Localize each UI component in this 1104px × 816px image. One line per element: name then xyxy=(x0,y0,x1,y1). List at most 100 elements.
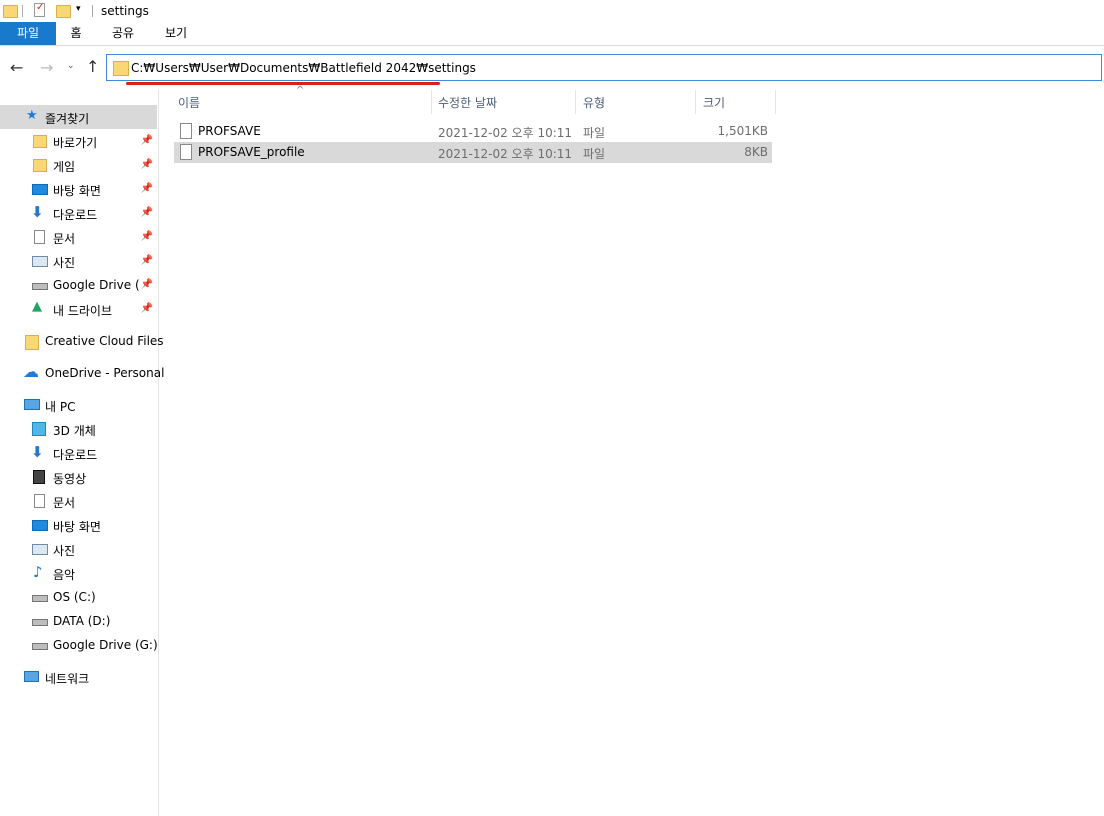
picture-icon xyxy=(32,256,48,267)
nav-item-pc-pictures[interactable]: 사진 xyxy=(0,537,157,561)
nav-label: DATA (D:) xyxy=(53,614,111,628)
customize-toolbar-icon[interactable]: ▾ xyxy=(76,4,81,14)
red-underline-annotation xyxy=(126,82,440,85)
nav-onedrive[interactable]: ☁ OneDrive - Personal xyxy=(0,361,164,385)
file-icon xyxy=(180,144,192,160)
nav-label: 바탕 화면 xyxy=(53,520,101,534)
recent-locations-icon[interactable]: ⌄ xyxy=(67,61,75,71)
nav-label: 사진 xyxy=(53,256,76,270)
divider xyxy=(92,5,93,17)
folder-icon xyxy=(33,135,47,148)
music-icon: ♪ xyxy=(33,563,43,581)
sort-ascending-icon: ^ xyxy=(296,85,305,96)
new-folder-icon[interactable] xyxy=(56,5,71,18)
column-divider[interactable] xyxy=(431,90,432,114)
column-header-size[interactable]: 크기 xyxy=(703,94,725,111)
nav-label: 네트워크 xyxy=(45,672,90,686)
tab-view[interactable]: 보기 xyxy=(156,22,196,45)
nav-item-my-drive[interactable]: ▲ 내 드라이브 📌 xyxy=(0,297,157,321)
nav-item-desktop[interactable]: 바탕 화면 📌 xyxy=(0,177,157,201)
document-icon xyxy=(34,494,45,508)
table-row[interactable]: PROFSAVE_profile 2021-12-02 오후 10:11 파일 … xyxy=(174,142,772,163)
3d-objects-icon xyxy=(32,422,46,436)
nav-item-music[interactable]: ♪ 음악 xyxy=(0,561,157,585)
nav-label: 다운로드 xyxy=(53,208,98,222)
table-row[interactable]: PROFSAVE 2021-12-02 오후 10:11 파일 1,501KB xyxy=(174,121,772,142)
video-icon xyxy=(33,470,45,484)
forward-icon[interactable]: → xyxy=(40,58,53,77)
pin-icon: 📌 xyxy=(140,279,153,290)
nav-item-shortcuts[interactable]: 바로가기 📌 xyxy=(0,129,157,153)
pin-icon: 📌 xyxy=(140,135,153,146)
file-name: PROFSAVE xyxy=(198,124,261,138)
nav-item-drive-d[interactable]: DATA (D:) xyxy=(0,609,157,633)
nav-item-google-drive[interactable]: Google Drive (G 📌 xyxy=(0,273,157,297)
nav-this-pc[interactable]: 내 PC xyxy=(0,393,157,417)
navigation-bar: ← → ⌄ ↑ C:₩Users₩User₩Documents₩Battlefi… xyxy=(0,46,1104,90)
file-type: 파일 xyxy=(583,126,606,140)
tab-share[interactable]: 공유 xyxy=(104,22,142,45)
nav-label: Google Drive (G xyxy=(53,278,139,292)
title-bar: ✓ ▾ settings xyxy=(0,0,1104,22)
address-bar[interactable]: C:₩Users₩User₩Documents₩Battlefield 2042… xyxy=(106,54,1102,81)
document-icon xyxy=(34,230,45,244)
nav-label: 문서 xyxy=(53,496,76,510)
file-modified: 2021-12-02 오후 10:11 xyxy=(438,126,573,140)
nav-item-pc-desktop[interactable]: 바탕 화면 xyxy=(0,513,157,537)
drive-icon xyxy=(32,283,48,290)
picture-icon xyxy=(32,544,48,555)
nav-label: 다운로드 xyxy=(53,448,98,462)
tab-home[interactable]: 홈 xyxy=(60,22,92,45)
back-icon[interactable]: ← xyxy=(10,58,23,77)
nav-item-drive-g[interactable]: Google Drive (G:) xyxy=(0,633,158,657)
nav-label: 음악 xyxy=(53,568,76,582)
folder-icon xyxy=(33,159,47,172)
ribbon: 파일 홈 공유 보기 xyxy=(0,22,1104,46)
nav-network[interactable]: 네트워크 xyxy=(0,665,157,689)
desktop-icon xyxy=(32,520,48,531)
file-size: 8KB xyxy=(744,145,768,159)
star-icon: ★ xyxy=(26,108,38,123)
properties-icon[interactable]: ✓ xyxy=(34,2,45,17)
nav-quick-access[interactable]: ★ 즐겨찾기 xyxy=(0,105,157,129)
column-divider[interactable] xyxy=(775,90,776,114)
nav-item-drive-c[interactable]: OS (C:) xyxy=(0,585,157,609)
file-modified: 2021-12-02 오후 10:11 xyxy=(438,147,573,161)
nav-label: Google Drive (G:) xyxy=(53,638,158,652)
nav-label: OneDrive - Personal xyxy=(45,366,165,380)
column-header-name[interactable]: 이름 xyxy=(178,94,200,111)
nav-label: 바탕 화면 xyxy=(53,184,101,198)
nav-label: 내 PC xyxy=(45,400,76,414)
column-header-modified[interactable]: 수정한 날짜 xyxy=(438,94,497,111)
nav-item-pc-documents[interactable]: 문서 xyxy=(0,489,157,513)
address-path[interactable]: C:₩Users₩User₩Documents₩Battlefield 2042… xyxy=(131,61,476,75)
column-divider[interactable] xyxy=(575,90,576,114)
download-icon: ⬇ xyxy=(31,443,44,461)
nav-label: Creative Cloud Files xyxy=(45,334,164,348)
nav-label: 즐겨찾기 xyxy=(45,112,90,126)
up-icon[interactable]: ↑ xyxy=(86,57,99,76)
nav-label: 게임 xyxy=(53,160,76,174)
nav-label: 3D 개체 xyxy=(53,424,96,438)
column-divider[interactable] xyxy=(695,90,696,114)
nav-item-pictures[interactable]: 사진 📌 xyxy=(0,249,157,273)
tab-file[interactable]: 파일 xyxy=(0,22,56,45)
nav-item-downloads[interactable]: ⬇ 다운로드 📌 xyxy=(0,201,157,225)
google-drive-icon: ▲ xyxy=(32,299,42,314)
nav-label: 동영상 xyxy=(53,472,87,486)
nav-item-videos[interactable]: 동영상 xyxy=(0,465,157,489)
nav-item-3d-objects[interactable]: 3D 개체 xyxy=(0,417,157,441)
nav-label: 바로가기 xyxy=(53,136,98,150)
pin-icon: 📌 xyxy=(140,303,153,314)
nav-item-games[interactable]: 게임 📌 xyxy=(0,153,157,177)
nav-creative-cloud[interactable]: Creative Cloud Files xyxy=(0,329,164,353)
drive-icon xyxy=(32,619,48,626)
nav-item-documents[interactable]: 문서 📌 xyxy=(0,225,157,249)
divider xyxy=(22,5,23,17)
nav-item-pc-downloads[interactable]: ⬇ 다운로드 xyxy=(0,441,157,465)
folder-icon xyxy=(113,61,129,76)
column-header-type[interactable]: 유형 xyxy=(583,94,605,111)
nav-label: 문서 xyxy=(53,232,76,246)
navigation-pane: ★ 즐겨찾기 바로가기 📌 게임 📌 바탕 화면 📌 ⬇ 다운로드 📌 문서 📌… xyxy=(0,90,164,816)
pin-icon: 📌 xyxy=(140,207,153,218)
